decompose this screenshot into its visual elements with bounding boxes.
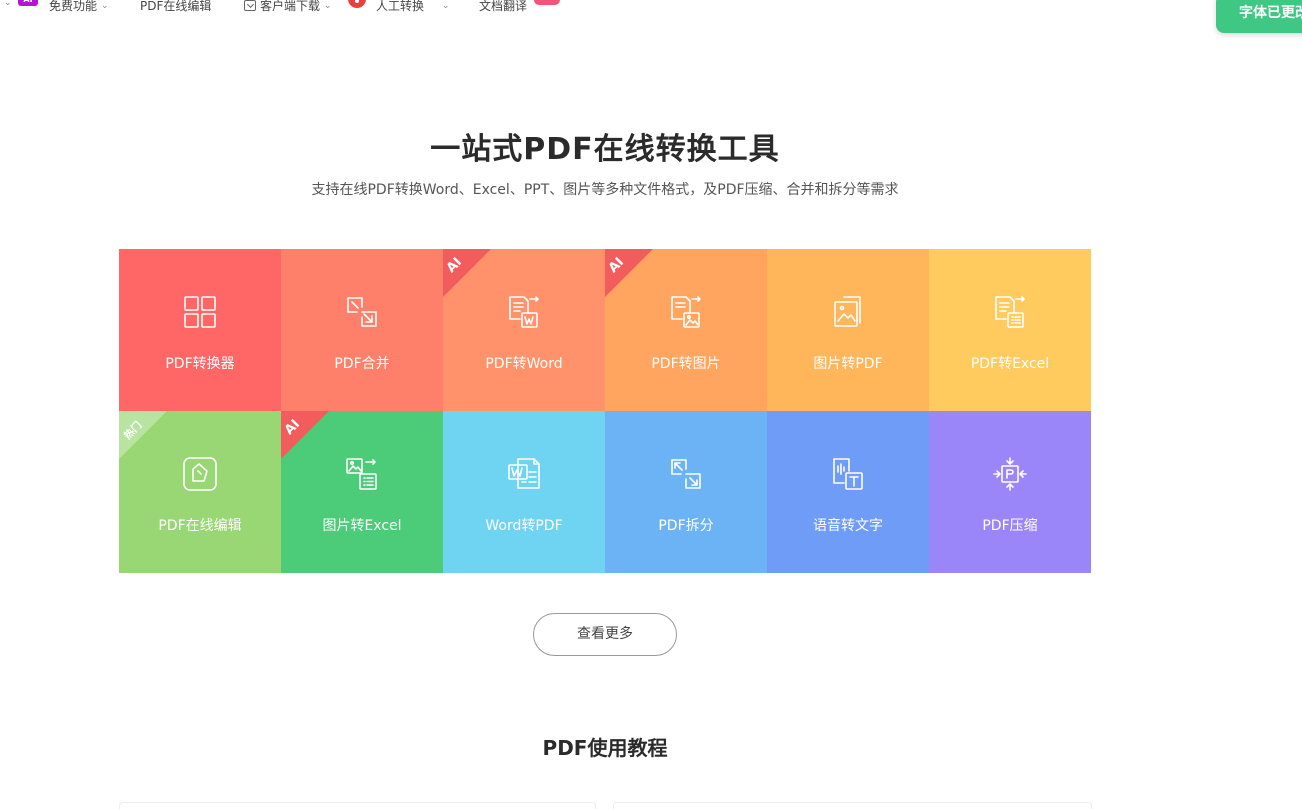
tool-tile[interactable]: PDF转Word AI (443, 249, 605, 411)
hot-corner-badge: 热门 (119, 411, 167, 459)
tool-tile[interactable]: PDF合并 (281, 249, 443, 411)
tool-label: 图片转Excel (322, 518, 402, 534)
tool-label: PDF拆分 (658, 518, 714, 534)
tool-label: PDF转换器 (165, 356, 235, 372)
tool-tile[interactable]: 语音转文字 (767, 411, 929, 573)
chevron-down-icon: ⌄ (101, 0, 109, 11)
font-changed-toast: 字体已更改 (1216, 0, 1302, 33)
ai-logo[interactable]: AI (18, 0, 38, 6)
new-badge (534, 0, 560, 5)
tutorial-card[interactable] (613, 802, 1092, 809)
compress-icon (993, 457, 1027, 491)
tool-label: Word转PDF (485, 518, 563, 534)
ai-corner-badge: AI (605, 249, 653, 297)
image-to-excel-icon (346, 458, 377, 490)
tool-label: PDF在线编辑 (158, 518, 242, 534)
nav-translate-label: 文档翻译 (479, 0, 528, 13)
tutorial-card[interactable] (119, 802, 596, 809)
tool-label: PDF合并 (334, 356, 390, 372)
tool-label: PDF转图片 (651, 356, 721, 372)
tool-tile[interactable]: PDF在线编辑 热门 (119, 411, 281, 573)
manual-service-icon (348, 0, 366, 8)
split-icon (671, 459, 701, 489)
merge-icon (347, 297, 377, 327)
tool-tile[interactable]: 图片转PDF (767, 249, 929, 411)
tool-label: 语音转文字 (813, 518, 883, 534)
tutorial-section-title: PDF使用教程 (542, 736, 668, 760)
tool-tile[interactable]: PDF压缩 (929, 411, 1091, 573)
tool-grid: PDF转换器 PDF合并 PDF转Word AI PDF转图片 AI 图片转PDF PDF转E… (119, 249, 1091, 573)
excel-convert-icon (995, 296, 1025, 328)
ai-corner-badge: AI (443, 249, 491, 297)
chevron-down-icon: ⌄ (442, 0, 450, 11)
ai-corner-badge: AI (281, 411, 329, 459)
image-convert-icon (671, 296, 701, 328)
top-nav: ⌄ AI 免费功能 ⌄ PDF在线编辑 客户端下载 ⌄ 人工转换 ⌄ 文档翻译 (0, 0, 1302, 20)
tool-tile[interactable]: PDF转图片 AI (605, 249, 767, 411)
edit-icon (183, 457, 217, 491)
speech-to-text-icon (833, 458, 863, 490)
nav-manual-convert-label: 人工转换 (376, 0, 425, 13)
download-icon (244, 0, 256, 11)
nav-manual-convert[interactable]: 人工转换 ⌄ (376, 0, 450, 14)
page-subtitle: 支持在线PDF转换Word、Excel、PPT、图片等多种文件格式，及PDF压缩… (311, 182, 899, 198)
chevron-down-icon[interactable]: ⌄ (4, 0, 12, 8)
word-convert-icon (509, 296, 539, 328)
page-title: 一站式PDF在线转换工具 (430, 132, 780, 167)
nav-free-features-label: 免费功能 (49, 0, 98, 13)
word-to-pdf-icon (508, 458, 540, 489)
nav-free-features[interactable]: 免费功能 ⌄ (49, 0, 109, 14)
chevron-down-icon: ⌄ (324, 0, 332, 11)
tool-tile[interactable]: PDF拆分 (605, 411, 767, 573)
grid-icon (184, 296, 216, 328)
tool-label: PDF压缩 (982, 518, 1038, 534)
tool-tile[interactable]: 图片转Excel AI (281, 411, 443, 573)
nav-download[interactable]: 客户端下载 ⌄ (244, 0, 332, 14)
tool-tile[interactable]: PDF转换器 (119, 249, 281, 411)
image-to-pdf-icon (834, 296, 861, 327)
nav-pdf-edit-label: PDF在线编辑 (140, 0, 212, 13)
tool-tile[interactable]: PDF转Excel (929, 249, 1091, 411)
tool-tile[interactable]: Word转PDF (443, 411, 605, 573)
tool-label: 图片转PDF (813, 356, 883, 372)
nav-translate[interactable]: 文档翻译 (479, 0, 527, 14)
tool-label: PDF转Word (485, 356, 563, 372)
nav-download-label: 客户端下载 (260, 0, 321, 13)
tool-label: PDF转Excel (970, 356, 1050, 372)
nav-pdf-edit[interactable]: PDF在线编辑 (140, 0, 211, 14)
view-more-button[interactable]: 查看更多 (533, 613, 677, 656)
